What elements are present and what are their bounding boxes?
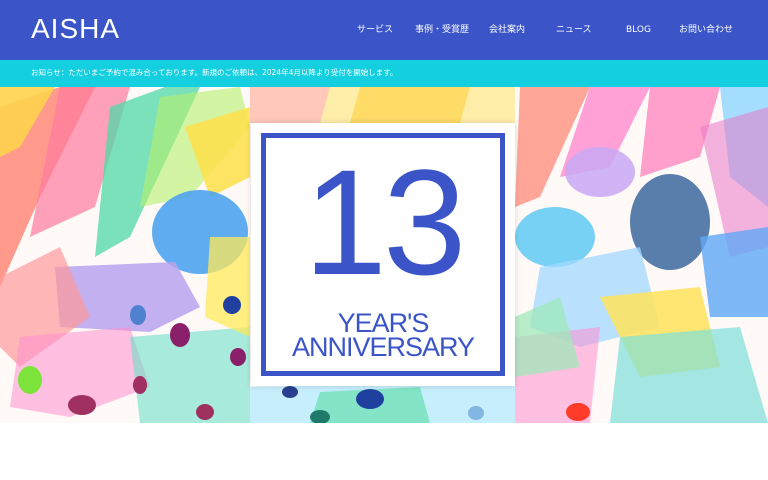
page: AISHA サービス 事例・受賞歴 会社案内 ニュース BLOG お問い合わせ … (0, 0, 768, 480)
nav-item-blog[interactable]: BLOG (626, 23, 651, 37)
notice-bar: お知らせ：ただいまご予約で混み合っております。新規のご依頼は、2024年4月以降… (0, 60, 768, 87)
anniversary-number: 13 (303, 138, 467, 306)
content-area (0, 423, 768, 480)
hero-banner: 13 YEAR'S ANNIVERSARY (0, 87, 768, 423)
anniversary-card: 13 YEAR'S ANNIVERSARY (251, 123, 515, 386)
site-logo[interactable]: AISHA (31, 13, 120, 45)
nav-item-case-studies[interactable]: 事例・受賞歴 (415, 23, 469, 37)
nav-item-company[interactable]: 会社案内 (489, 23, 525, 37)
nav-item-news[interactable]: ニュース (556, 23, 592, 37)
notice-text: お知らせ：ただいまご予約で混み合っております。新規のご依頼は、2024年4月以降… (31, 68, 398, 77)
nav-item-contact[interactable]: お問い合わせ (679, 23, 733, 37)
nav-item-services[interactable]: サービス (357, 23, 393, 37)
anniversary-frame: 13 YEAR'S ANNIVERSARY (261, 133, 505, 376)
site-header: AISHA サービス 事例・受賞歴 会社案内 ニュース BLOG お問い合わせ (0, 0, 768, 60)
anniversary-line2: ANNIVERSARY (291, 332, 475, 362)
